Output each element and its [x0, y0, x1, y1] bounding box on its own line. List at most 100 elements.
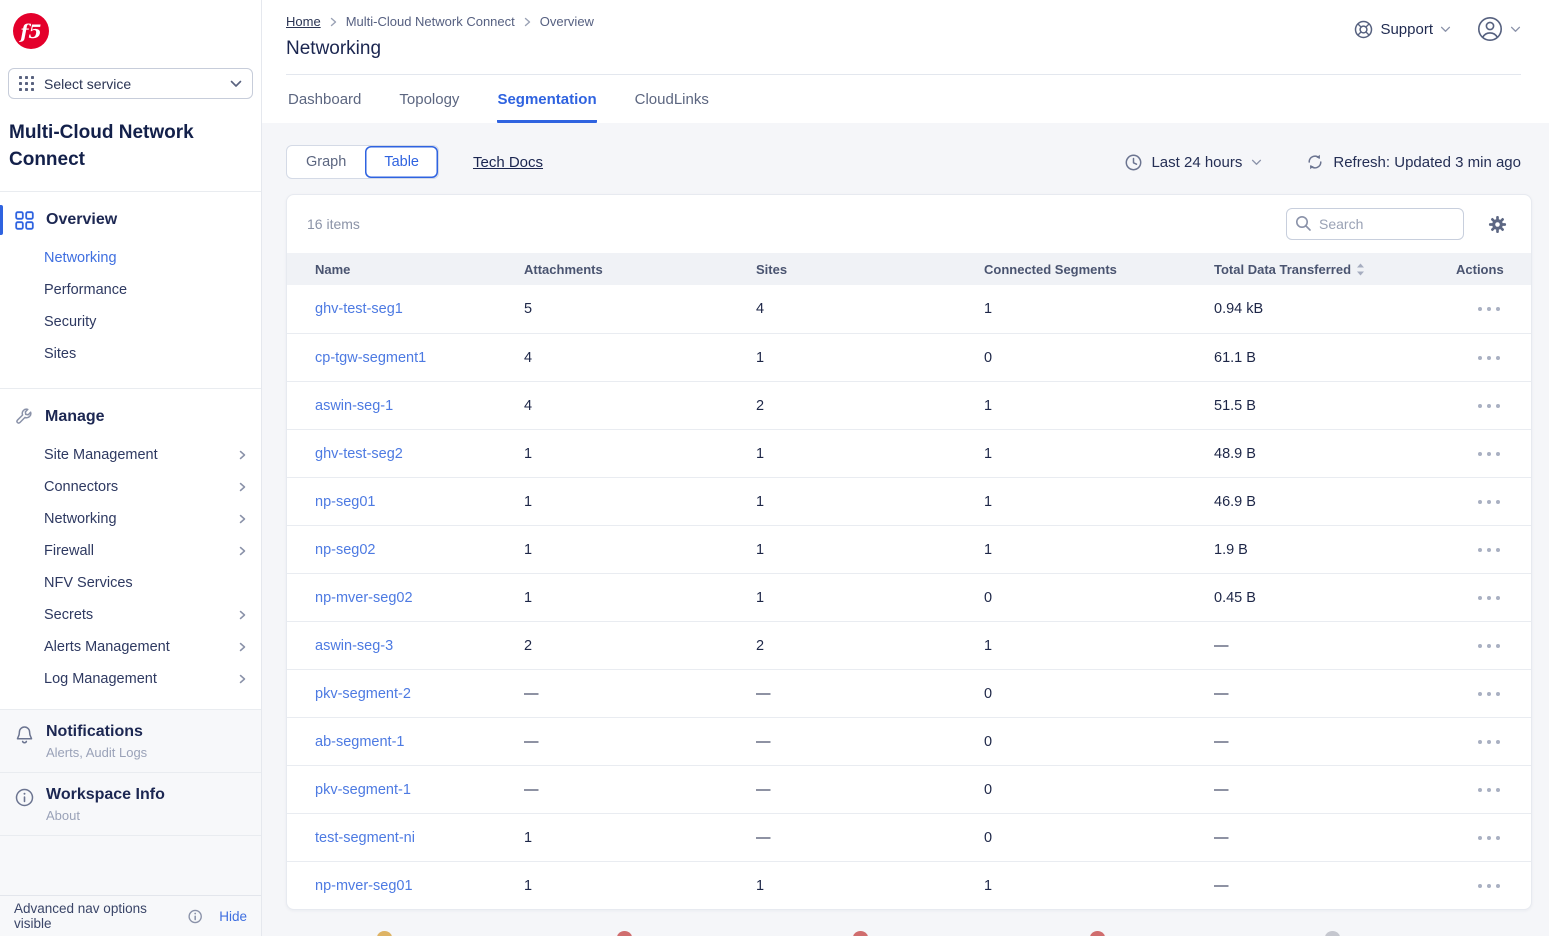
tab-segmentation[interactable]: Segmentation: [497, 91, 596, 123]
user-menu[interactable]: [1477, 16, 1521, 42]
sidebar-item-alerts-management[interactable]: Alerts Management: [0, 631, 261, 663]
attachments-value: —: [524, 782, 756, 798]
sidebar-item-notifications[interactable]: Notifications Alerts, Audit Logs: [0, 710, 261, 773]
sidebar-item-nfv-services[interactable]: NFV Services: [0, 567, 261, 599]
row-actions-icon: [1477, 787, 1501, 793]
table-row: np-seg021111.9 B: [287, 525, 1531, 573]
segment-name-link[interactable]: aswin-seg-3: [315, 638, 524, 654]
grid-apps-icon: [19, 76, 34, 91]
nav-item-label: Networking: [44, 250, 247, 266]
tab-dashboard[interactable]: Dashboard: [288, 91, 361, 123]
chevron-down-icon: [1510, 26, 1521, 33]
segment-name-link[interactable]: ghv-test-seg1: [315, 301, 524, 317]
table-row: ghv-test-seg15410.94 kB: [287, 285, 1531, 333]
row-actions-icon: [1477, 547, 1501, 553]
gear-icon: [1488, 215, 1507, 234]
sidebar-item-log-management[interactable]: Log Management: [0, 663, 261, 695]
sidebar-item-connectors[interactable]: Connectors: [0, 471, 261, 503]
search-input[interactable]: [1286, 208, 1464, 240]
total-data-value: —: [1214, 782, 1456, 798]
row-actions-icon: [1477, 691, 1501, 697]
sites-value: 1: [756, 494, 984, 510]
connected-segments-value: 1: [984, 301, 1214, 317]
segment-name-link[interactable]: ab-segment-1: [315, 734, 524, 750]
connected-segments-value: 0: [984, 590, 1214, 606]
f5-logo[interactable]: f5: [0, 0, 261, 52]
support-menu[interactable]: Support: [1354, 20, 1451, 39]
sites-value: —: [756, 686, 984, 702]
time-range-dropdown[interactable]: Last 24 hours: [1125, 154, 1262, 171]
tab-topology[interactable]: Topology: [399, 91, 459, 123]
sites-value: —: [756, 830, 984, 846]
row-actions-button[interactable]: [1477, 835, 1501, 841]
row-actions-icon: [1477, 306, 1501, 312]
sidebar-bottom: Notifications Alerts, Audit Logs Workspa…: [0, 709, 261, 936]
breadcrumb-service[interactable]: Multi-Cloud Network Connect: [346, 14, 515, 29]
refresh-button[interactable]: Refresh: Updated 3 min ago: [1306, 153, 1521, 171]
row-actions-button[interactable]: [1477, 499, 1501, 505]
table-settings-button[interactable]: [1488, 215, 1507, 234]
sites-value: 1: [756, 446, 984, 462]
attachments-value: —: [524, 686, 756, 702]
view-toggle-table[interactable]: Table: [365, 146, 438, 178]
items-count: 16 items: [307, 216, 360, 232]
sidebar-item-security[interactable]: Security: [0, 306, 261, 338]
row-actions-button[interactable]: [1477, 306, 1501, 312]
sidebar-item-workspace-info[interactable]: Workspace Info About: [0, 773, 261, 836]
row-actions-button[interactable]: [1477, 403, 1501, 409]
select-service-dropdown[interactable]: Select service: [8, 68, 253, 99]
segment-name-link[interactable]: np-seg02: [315, 542, 524, 558]
column-header-sites[interactable]: Sites: [756, 262, 984, 277]
segment-name-link[interactable]: pkv-segment-1: [315, 782, 524, 798]
row-actions-button[interactable]: [1477, 355, 1501, 361]
segment-name-link[interactable]: pkv-segment-2: [315, 686, 524, 702]
row-actions-button[interactable]: [1477, 595, 1501, 601]
sidebar-item-overview[interactable]: Overview: [0, 200, 261, 240]
segment-name-link[interactable]: test-segment-ni: [315, 830, 524, 846]
view-toggle-graph[interactable]: Graph: [287, 146, 365, 178]
sort-icon[interactable]: [1356, 263, 1365, 276]
sites-value: —: [756, 782, 984, 798]
row-actions-button[interactable]: [1477, 451, 1501, 457]
breadcrumb-overview[interactable]: Overview: [540, 14, 594, 29]
segment-name-link[interactable]: np-mver-seg02: [315, 590, 524, 606]
row-actions-button[interactable]: [1477, 787, 1501, 793]
tab-cloudlinks[interactable]: CloudLinks: [635, 91, 709, 123]
chevron-right-icon: [238, 449, 247, 461]
connected-segments-value: 0: [984, 734, 1214, 750]
row-actions-button[interactable]: [1477, 883, 1501, 889]
column-header-total-data-transferred[interactable]: Total Data Transferred: [1214, 262, 1456, 277]
sidebar-item-performance[interactable]: Performance: [0, 274, 261, 306]
connected-segments-value: 0: [984, 350, 1214, 366]
row-actions-button[interactable]: [1477, 547, 1501, 553]
table-header-row: NameAttachmentsSites Connected SegmentsTo…: [287, 253, 1531, 285]
content: GraphTable Tech Docs Last 24 hours: [262, 123, 1549, 936]
row-actions-button[interactable]: [1477, 739, 1501, 745]
sidebar-item-manage[interactable]: Manage: [0, 397, 261, 437]
attachments-value: 2: [524, 638, 756, 654]
hide-advanced-nav-link[interactable]: Hide: [219, 909, 247, 924]
wrench-icon: [15, 408, 33, 426]
row-actions-button[interactable]: [1477, 691, 1501, 697]
segment-name-link[interactable]: aswin-seg-1: [315, 398, 524, 414]
sidebar-item-networking[interactable]: Networking: [0, 503, 261, 535]
tech-docs-link[interactable]: Tech Docs: [473, 154, 543, 171]
column-header-name[interactable]: Name: [315, 262, 524, 277]
breadcrumb-home[interactable]: Home: [286, 14, 321, 29]
select-service-label: Select service: [44, 76, 220, 92]
sidebar-item-site-management[interactable]: Site Management: [0, 439, 261, 471]
sidebar-item-sites[interactable]: Sites: [0, 338, 261, 370]
column-header-actions[interactable]: Actions: [1456, 262, 1532, 277]
total-data-value: 0.45 B: [1214, 590, 1456, 606]
sidebar-item-secrets[interactable]: Secrets: [0, 599, 261, 631]
segment-name-link[interactable]: np-seg01: [315, 494, 524, 510]
segment-name-link[interactable]: np-mver-seg01: [315, 878, 524, 894]
segment-name-link[interactable]: cp-tgw-segment1: [315, 350, 524, 366]
row-actions-button[interactable]: [1477, 643, 1501, 649]
column-label: Sites: [756, 262, 787, 277]
column-header-attachments[interactable]: Attachments: [524, 262, 756, 277]
sidebar-item-networking[interactable]: Networking: [0, 242, 261, 274]
sidebar-item-firewall[interactable]: Firewall: [0, 535, 261, 567]
segment-name-link[interactable]: ghv-test-seg2: [315, 446, 524, 462]
column-header-connected-segments[interactable]: Connected Segments: [984, 262, 1214, 277]
